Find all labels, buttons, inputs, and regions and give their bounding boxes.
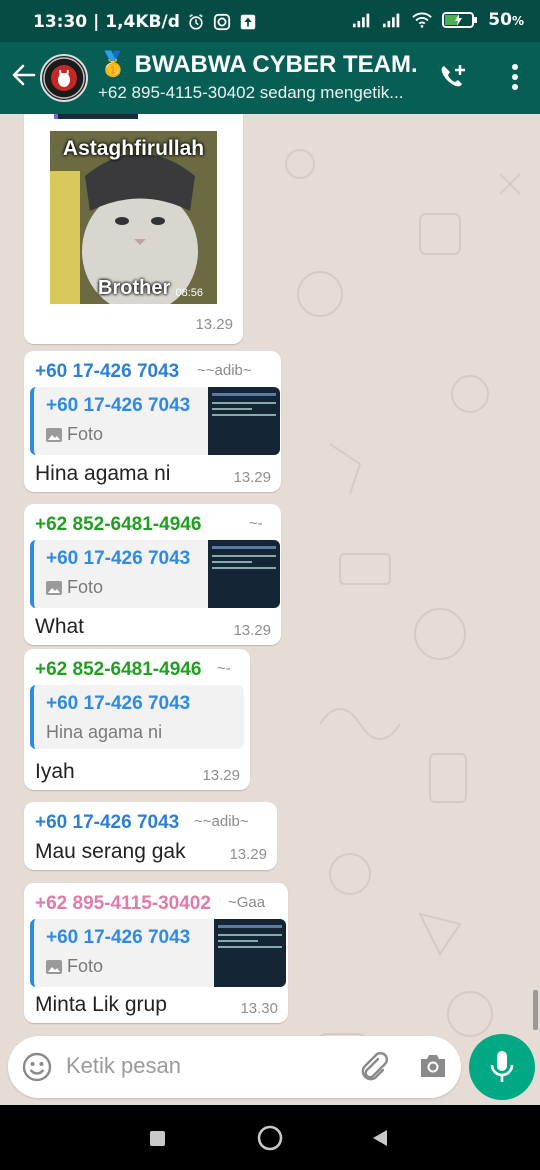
mic-button[interactable] bbox=[469, 1034, 535, 1100]
wifi-icon bbox=[412, 12, 433, 28]
chat-title-text: BWABWA CYBER TEAM... bbox=[134, 51, 418, 78]
quoted-text-value: Foto bbox=[67, 577, 104, 597]
sender-alias: ~~adib~ bbox=[194, 813, 249, 830]
message-sender[interactable]: +62 895-4115-30402 bbox=[35, 893, 211, 915]
battery-value: 50 bbox=[488, 10, 512, 30]
quoted-text-value: Foto bbox=[67, 956, 104, 976]
scroll-indicator[interactable] bbox=[533, 990, 538, 1030]
message-time: 13.29 bbox=[233, 469, 271, 486]
signal-2-icon bbox=[383, 13, 400, 28]
cat-sticker-image[interactable]: Astaghfirullah Brother 08:56 bbox=[50, 131, 217, 304]
quoted-text: Foto bbox=[46, 577, 103, 598]
sticker-top-text: Astaghfirullah bbox=[62, 137, 205, 160]
chat-area[interactable]: Astaghfirullah Brother 08:56 13.29 +60 1… bbox=[0, 114, 540, 1116]
quoted-image-thumb bbox=[214, 919, 286, 987]
quoted-sender: +60 17-426 7043 bbox=[46, 548, 191, 569]
quoted-message[interactable]: +60 17-426 7043 Foto bbox=[30, 387, 280, 455]
avatar-logo-icon bbox=[43, 57, 85, 99]
message-bubble[interactable]: +62 852-6481-4946 ~- +60 17-426 7043 Fot… bbox=[24, 504, 281, 645]
quoted-message[interactable]: +60 17-426 7043 Foto bbox=[30, 919, 286, 987]
sender-alias: ~Gaa bbox=[228, 894, 266, 911]
chat-header: 🥇 BWABWA CYBER TEAM... +62 895-4115-3040… bbox=[0, 42, 540, 114]
quoted-message[interactable]: +60 17-426 7043 Hina agama ni bbox=[30, 685, 244, 749]
more-options-icon[interactable] bbox=[510, 62, 520, 92]
message-bubble[interactable]: +60 17-426 7043 ~~adib~ Mau serang gak 1… bbox=[24, 802, 277, 870]
quoted-text: Foto bbox=[46, 956, 103, 977]
sticker-bottom-text: Brother bbox=[98, 277, 171, 299]
medal-emoji: 🥇 bbox=[98, 51, 128, 78]
mic-icon bbox=[490, 1051, 514, 1082]
quoted-text-value: Hina agama ni bbox=[46, 722, 163, 742]
photo-icon bbox=[46, 427, 62, 442]
message-text: Hina agama ni bbox=[35, 462, 171, 485]
quoted-text-value: Foto bbox=[67, 424, 104, 444]
typing-status: +62 895-4115-30402 sedang mengetik... bbox=[98, 83, 404, 102]
sticker-inner-time: 08:56 bbox=[175, 287, 203, 299]
message-bubble[interactable]: +62 852-6481-4946 ~- +60 17-426 7043 Hin… bbox=[24, 649, 250, 790]
message-text: Iyah bbox=[35, 760, 75, 783]
quoted-sender: +60 17-426 7043 bbox=[46, 693, 191, 714]
message-sender[interactable]: +60 17-426 7043 bbox=[35, 812, 179, 834]
message-sender[interactable]: +62 852-6481-4946 bbox=[35, 659, 201, 681]
alarm-icon bbox=[189, 14, 203, 30]
message-time: 13.30 bbox=[240, 1000, 278, 1017]
message-bubble[interactable]: +60 17-426 7043 ~~adib~ +60 17-426 7043 … bbox=[24, 351, 281, 492]
group-avatar[interactable] bbox=[40, 54, 88, 102]
battery-unit: % bbox=[511, 14, 524, 28]
quoted-image-thumb bbox=[208, 387, 280, 455]
quoted-image-thumb bbox=[208, 540, 280, 608]
sticker-message[interactable]: Astaghfirullah Brother 08:56 13.29 bbox=[24, 114, 243, 344]
message-text: Minta Lik grup bbox=[35, 993, 167, 1016]
emoji-icon[interactable] bbox=[22, 1052, 52, 1082]
home-button[interactable] bbox=[257, 1125, 283, 1151]
back-arrow-icon[interactable] bbox=[10, 62, 36, 88]
sender-alias: ~- bbox=[217, 660, 231, 677]
message-text: What bbox=[35, 615, 85, 638]
status-speed: | 1,4KB/d bbox=[93, 12, 180, 32]
prev-reply-thumb bbox=[54, 114, 138, 119]
message-time: 13.29 bbox=[233, 622, 271, 639]
message-input[interactable]: Ketik pesan bbox=[66, 1053, 181, 1079]
recent-apps-button[interactable] bbox=[150, 1131, 165, 1146]
message-text: Mau serang gak bbox=[35, 840, 186, 863]
message-input-bar[interactable]: Ketik pesan bbox=[8, 1036, 461, 1098]
upload-icon bbox=[240, 14, 256, 30]
signal-1-icon bbox=[353, 13, 370, 28]
photo-icon bbox=[46, 580, 62, 595]
battery-icon bbox=[442, 12, 478, 28]
battery-percent: 50% bbox=[488, 10, 524, 30]
status-right: 50% bbox=[352, 10, 524, 30]
message-time: 13.29 bbox=[229, 846, 267, 863]
status-left: 13:30 | 1,4KB/d bbox=[33, 12, 258, 32]
photo-icon bbox=[46, 959, 62, 974]
status-bar: 13:30 | 1,4KB/d 50% bbox=[0, 0, 540, 42]
back-button[interactable] bbox=[372, 1129, 388, 1147]
attach-icon[interactable] bbox=[358, 1051, 390, 1083]
message-sender[interactable]: +62 852-6481-4946 bbox=[35, 514, 201, 536]
message-sender[interactable]: +60 17-426 7043 bbox=[35, 361, 179, 383]
system-nav-bar bbox=[0, 1105, 540, 1170]
quoted-sender: +60 17-426 7043 bbox=[46, 395, 191, 416]
chat-title[interactable]: 🥇 BWABWA CYBER TEAM... bbox=[98, 50, 418, 79]
quoted-sender: +60 17-426 7043 bbox=[46, 927, 191, 948]
sender-alias: ~- bbox=[249, 515, 263, 532]
message-bubble[interactable]: +62 895-4115-30402 ~Gaa +60 17-426 7043 … bbox=[24, 883, 288, 1023]
quoted-text: Hina agama ni bbox=[46, 722, 162, 743]
quoted-message[interactable]: +60 17-426 7043 Foto bbox=[30, 540, 280, 608]
status-time: 13:30 bbox=[33, 12, 88, 32]
message-time: 13.29 bbox=[195, 316, 233, 333]
instagram-icon bbox=[213, 13, 230, 31]
quoted-text: Foto bbox=[46, 424, 103, 445]
camera-icon[interactable] bbox=[418, 1052, 448, 1080]
message-time: 13.29 bbox=[202, 767, 240, 784]
sender-alias: ~~adib~ bbox=[197, 362, 252, 379]
add-call-icon[interactable] bbox=[438, 62, 468, 92]
